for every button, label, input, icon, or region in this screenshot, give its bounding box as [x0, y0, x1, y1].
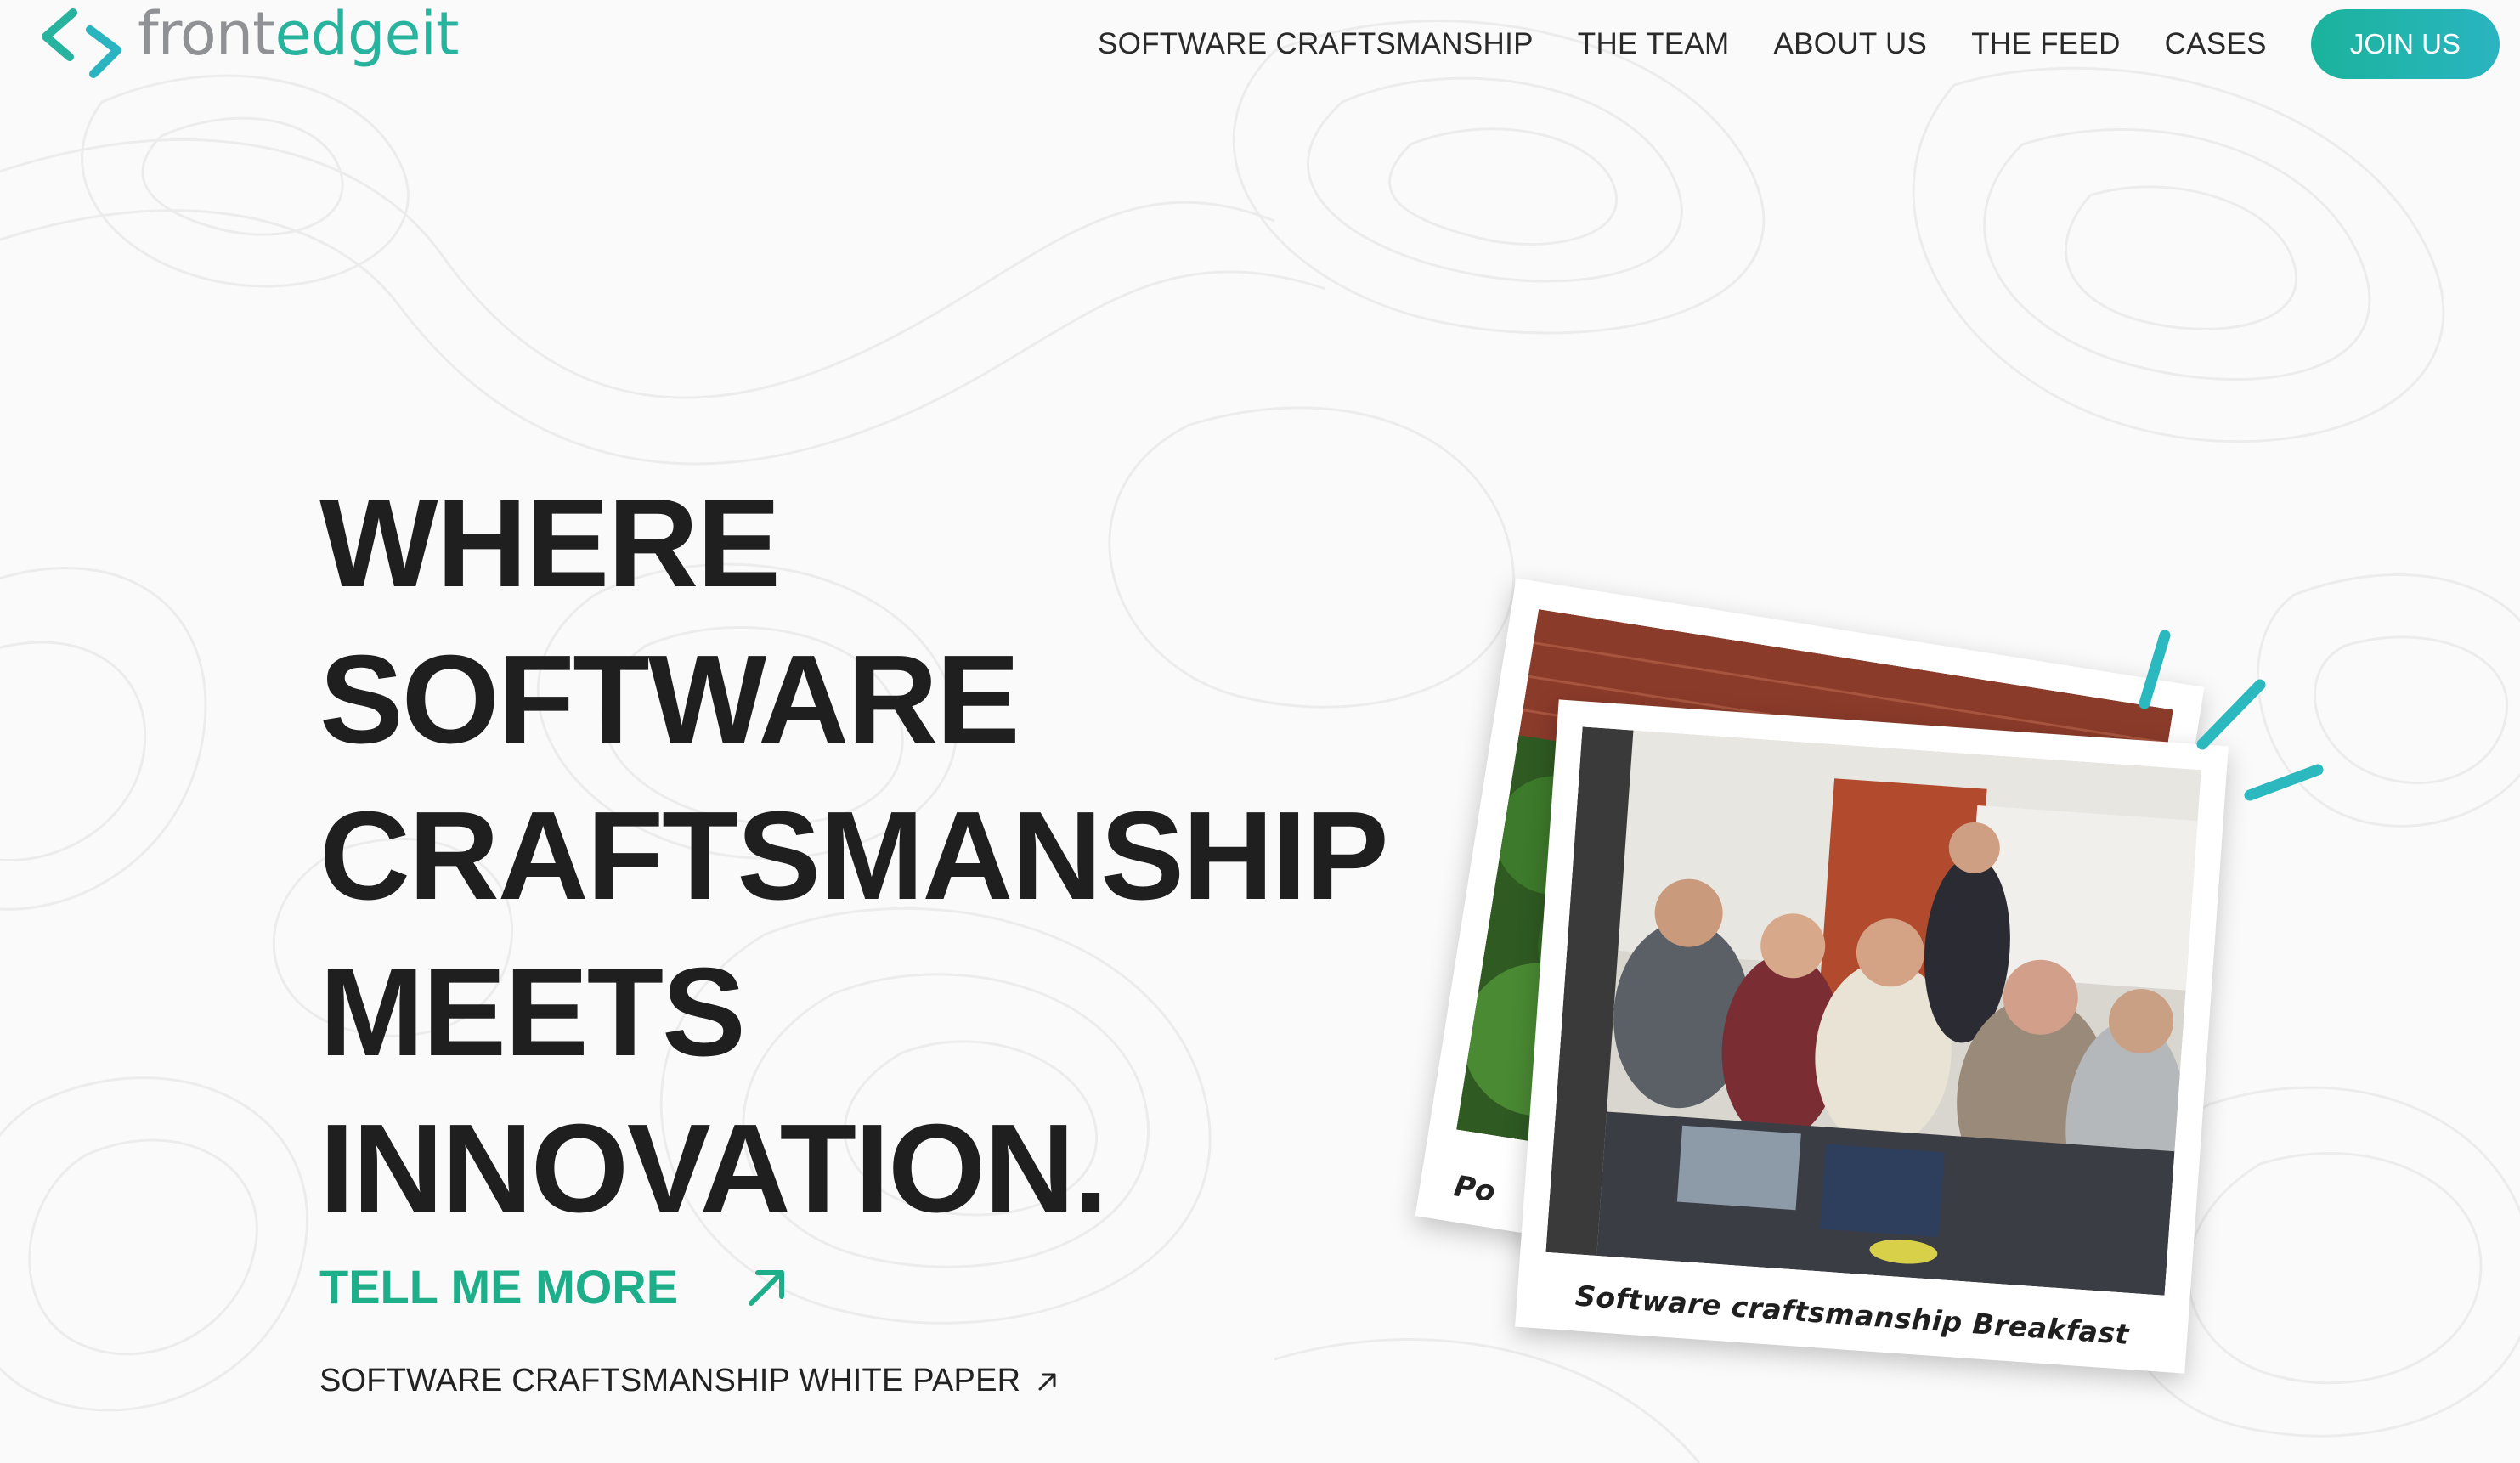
arrow-up-right-icon [749, 1269, 785, 1306]
tell-me-more-link[interactable]: TELL ME MORE [319, 1259, 790, 1314]
nav-item-software-craftsmanship[interactable]: SOFTWARE CRAFTSMANSHIP [1098, 27, 1534, 61]
headline-line: WHERE [319, 473, 781, 613]
white-paper-label: SOFTWARE CRAFTSMANSHIP WHITE PAPER [319, 1363, 1021, 1398]
polaroid-front: Software craftsmanship Breakfast [1515, 699, 2229, 1374]
tell-me-more-label: TELL ME MORE [319, 1260, 679, 1313]
logo-mark-icon [42, 8, 121, 78]
headline-line: SOFTWARE [319, 630, 1020, 770]
white-paper-link[interactable]: SOFTWARE CRAFTSMANSHIP WHITE PAPER [319, 1363, 1059, 1399]
nav-item-cases[interactable]: CASES [2165, 27, 2267, 61]
logo-text-part1: front [138, 0, 276, 69]
join-us-button[interactable]: JOIN US [2310, 9, 2500, 79]
headline-line: CRAFTSMANSHIP [319, 786, 1389, 926]
main-nav: SOFTWARE CRAFTSMANSHIP THE TEAM ABOUT US… [1098, 8, 2500, 80]
back-photo-caption: Po [1451, 1169, 1498, 1210]
headline-line: MEETS [319, 942, 746, 1082]
logo-text-part2: edgeit [274, 0, 460, 69]
brand-logo[interactable]: frontedgeit [41, 4, 459, 82]
front-photo-image [1545, 726, 2201, 1296]
nav-item-about-us[interactable]: ABOUT US [1774, 27, 1928, 61]
headline-line: INNOVATION. [319, 1099, 1108, 1239]
site-header: frontedgeit SOFTWARE CRAFTSMANSHIP THE T… [0, 0, 2520, 93]
front-photo [1545, 726, 2201, 1296]
nav-item-the-team[interactable]: THE TEAM [1578, 27, 1730, 61]
logo-wordmark: frontedgeit [138, 4, 459, 64]
arrow-up-right-icon [1038, 1373, 1056, 1390]
nav-item-the-feed[interactable]: THE FEED [1971, 27, 2120, 61]
hero-headline: WHERE SOFTWARE CRAFTSMANSHIP MEETS INNOV… [319, 466, 1389, 1247]
